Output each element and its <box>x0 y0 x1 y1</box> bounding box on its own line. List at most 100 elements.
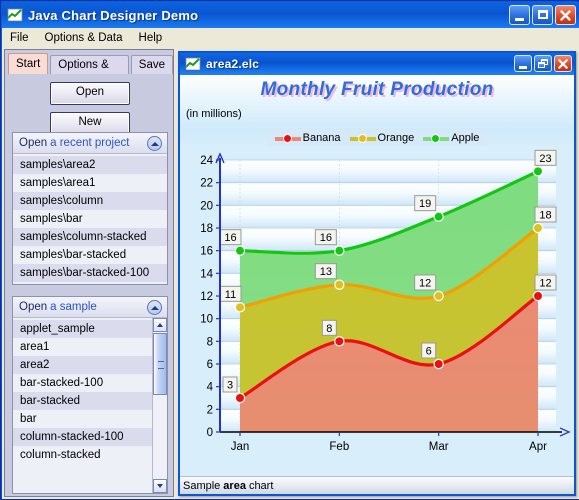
minimize-button[interactable] <box>509 5 530 25</box>
y-tick-label: 2 <box>207 404 213 416</box>
scrollbar-thumb[interactable] <box>153 333 167 395</box>
marker-banana-1 <box>334 336 345 347</box>
marker-orange-3 <box>532 222 544 234</box>
y-tick-label: 24 <box>200 155 213 167</box>
data-label-banana-1: 8 <box>326 323 332 335</box>
chart-icon <box>185 57 201 71</box>
menubar: File Options & Data Help <box>2 28 579 48</box>
list-item[interactable]: area2 <box>13 356 152 374</box>
data-label-orange-2: 12 <box>419 278 431 290</box>
chart-window: area2.elc Monthly Fruit Production (in m… <box>178 51 576 496</box>
scroll-up-icon[interactable] <box>153 318 167 332</box>
list-item[interactable]: samples\column <box>13 192 167 210</box>
legend-item-orange[interactable]: Orange <box>349 132 414 144</box>
list-item[interactable]: samples\area1 <box>13 174 167 192</box>
samples-scrollbar[interactable] <box>152 318 167 493</box>
chevron-up-icon[interactable] <box>147 136 162 151</box>
y-tick-label: 10 <box>200 314 213 326</box>
y-tick-label: 6 <box>207 359 213 371</box>
tab-start[interactable]: Start <box>8 53 49 74</box>
main-window: Java Chart Designer Demo File Options & … <box>0 0 579 500</box>
list-item[interactable]: applet_sample <box>13 320 152 338</box>
chart-title: Monthly Fruit Production <box>260 79 494 100</box>
chart-plot-area[interactable]: 3 8 6 12 11 13 12 18 16 16 19 23 0 2 4 6 8 10 12 14 16 18 20 22… <box>180 148 574 478</box>
samples-title-link: a sample <box>50 301 97 313</box>
chart-icon <box>7 8 23 22</box>
chart-header: Monthly Fruit Production (in millions) <box>180 75 574 130</box>
maximize-button[interactable] <box>532 5 553 25</box>
menu-help[interactable]: Help <box>131 30 171 46</box>
data-label-apple-2: 19 <box>419 198 431 210</box>
samples-header[interactable]: Open a sample <box>13 297 167 318</box>
y-tick-label: 0 <box>207 427 213 439</box>
chevron-up-icon[interactable] <box>147 300 162 315</box>
data-label-orange-1: 13 <box>320 266 332 278</box>
samples-group: Open a sample applet_sample area1 area2 … <box>12 296 168 494</box>
restore-button[interactable] <box>534 55 552 72</box>
data-label-apple-0: 16 <box>224 232 236 244</box>
list-item[interactable]: samples\column-stacked <box>13 228 167 246</box>
chart-window-controls <box>514 55 572 72</box>
chart-subtitle: (in millions) <box>186 108 242 120</box>
chart-svg: 386121113121816 1619230246810121416182022… <box>200 149 571 453</box>
marker-banana-2 <box>433 358 444 370</box>
client-area: Start Options & Data Save Open New Open … <box>2 48 579 499</box>
recent-projects-list: samples\area2 samples\area1 samples\colu… <box>13 154 167 284</box>
status-bold: area <box>223 479 246 492</box>
tab-options-data[interactable]: Options & Data <box>50 55 129 90</box>
status-suffix: chart <box>248 479 274 492</box>
y-tick-label: 18 <box>200 223 213 235</box>
y-tick-label: 8 <box>207 336 213 348</box>
legend-label-apple: Apple <box>451 132 480 144</box>
legend-label-banana: Banana <box>302 132 341 144</box>
window-controls <box>509 5 576 25</box>
samples-list: applet_sample area1 area2 bar-stacked-10… <box>13 318 167 493</box>
x-tick-label: Jan <box>231 441 250 453</box>
chart-legend: Banana Orange Apple <box>180 130 574 146</box>
legend-item-banana[interactable]: Banana <box>274 132 341 144</box>
list-item[interactable]: bar-stacked-100 <box>13 374 152 392</box>
menu-file[interactable]: File <box>2 30 37 46</box>
close-button[interactable] <box>555 5 576 25</box>
data-label-orange-3: 18 <box>539 210 551 222</box>
data-label-apple-3: 23 <box>539 153 551 165</box>
list-item[interactable]: samples\bar-stacked <box>13 246 167 264</box>
legend-symbol-banana <box>274 133 301 144</box>
marker-apple-3 <box>532 166 544 177</box>
sidebar: Start Options & Data Save Open New Open … <box>4 49 174 497</box>
list-item[interactable]: samples\area2 <box>13 156 167 174</box>
chart-window-title: area2.elc <box>206 57 260 71</box>
legend-strip: Banana Orange Apple <box>180 130 574 148</box>
x-tick-label: Feb <box>329 441 349 453</box>
list-item[interactable]: column-stacked <box>13 446 152 464</box>
data-label-apple-1: 16 <box>320 232 332 244</box>
app-root: Java Chart Designer Demo File Options & … <box>0 0 579 500</box>
minimize-button[interactable] <box>514 55 532 72</box>
marker-orange-1 <box>334 279 345 290</box>
legend-symbol-apple <box>423 133 450 144</box>
list-item[interactable]: area1 <box>13 338 152 356</box>
sidebar-tabs: Start Options & Data Save <box>5 53 173 90</box>
recent-projects-header[interactable]: Open a recent project <box>13 133 167 154</box>
window-title: Java Chart Designer Demo <box>28 7 199 23</box>
chart-statusbar: Sample area chart <box>180 476 574 494</box>
x-tick-label: Mar <box>429 441 449 453</box>
tab-save[interactable]: Save <box>130 55 173 74</box>
legend-item-apple[interactable]: Apple <box>423 132 479 144</box>
list-item[interactable]: bar-stacked <box>13 392 152 410</box>
menu-options-data[interactable]: Options & Data <box>37 30 131 46</box>
list-item[interactable]: bar <box>13 410 152 428</box>
close-button[interactable] <box>554 55 572 72</box>
scroll-down-icon[interactable] <box>153 479 167 493</box>
list-item[interactable]: column-stacked-100 <box>13 428 152 446</box>
recent-projects-group: Open a recent project samples\area2 samp… <box>12 132 168 285</box>
samples-title-plain: Open <box>19 301 48 313</box>
marker-apple-1 <box>334 245 345 256</box>
marker-apple-0 <box>234 245 246 256</box>
x-tick-label: Apr <box>529 441 547 453</box>
chart-window-body: Monthly Fruit Production (in millions) B… <box>180 75 574 494</box>
y-tick-label: 12 <box>200 291 213 303</box>
list-item[interactable]: samples\bar-stacked-100 <box>13 264 167 282</box>
open-button[interactable]: Open <box>50 82 130 105</box>
list-item[interactable]: samples\bar <box>13 210 167 228</box>
